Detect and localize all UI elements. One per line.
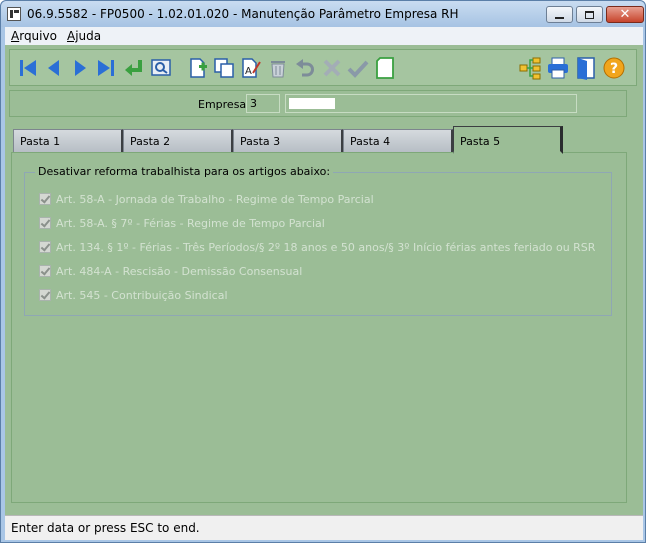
undo-icon bbox=[296, 59, 314, 77]
edit-record-icon: A bbox=[242, 58, 261, 78]
minimize-icon bbox=[555, 16, 564, 19]
first-record-icon bbox=[20, 60, 36, 76]
goto-icon bbox=[125, 60, 142, 76]
reforma-trabalhista-group: Desativar reforma trabalhista para os ar… bbox=[24, 165, 612, 316]
new-record-icon bbox=[190, 58, 207, 78]
hierarchy-button[interactable] bbox=[518, 56, 542, 80]
tab-pasta-3[interactable]: Pasta 3 bbox=[233, 129, 344, 153]
checkbox-art-134[interactable]: Art. 134. § 1º - Férias - Três Períodos/… bbox=[39, 239, 595, 255]
first-record-button[interactable] bbox=[16, 56, 40, 80]
delete-record-icon bbox=[271, 61, 285, 78]
next-record-button[interactable] bbox=[68, 56, 92, 80]
menu-bar: Arquivo Ajuda bbox=[5, 27, 643, 45]
cancel-icon bbox=[323, 59, 341, 77]
checkbox-label: Art. 545 - Contribuição Sindical bbox=[56, 288, 228, 302]
goto-button[interactable] bbox=[122, 56, 146, 80]
copy-record-icon bbox=[214, 58, 234, 78]
close-icon: ✕ bbox=[619, 7, 631, 22]
delete-record-button[interactable] bbox=[266, 56, 290, 80]
window-title: 06.9.5582 - FP0500 - 1.02.01.020 - Manut… bbox=[27, 7, 459, 21]
status-bar: Enter data or press ESC to end. bbox=[5, 515, 643, 540]
checkbox[interactable] bbox=[39, 193, 51, 205]
help-icon: ? bbox=[603, 57, 625, 79]
svg-text:?: ? bbox=[610, 61, 618, 77]
checkbox[interactable] bbox=[39, 289, 51, 301]
tab-page-pasta-5: Desativar reforma trabalhista para os ar… bbox=[11, 152, 627, 503]
tab-pasta-2[interactable]: Pasta 2 bbox=[123, 129, 234, 153]
maximize-icon bbox=[585, 10, 594, 19]
title-bar[interactable]: 06.9.5582 - FP0500 - 1.02.01.020 - Manut… bbox=[1, 1, 645, 27]
group-title: Desativar reforma trabalhista para os ar… bbox=[35, 165, 334, 178]
cancel-button[interactable] bbox=[320, 56, 344, 80]
checkbox[interactable] bbox=[39, 217, 51, 229]
checkbox-label: Art. 58-A. § 7º - Férias - Regime de Tem… bbox=[56, 216, 325, 230]
last-record-icon bbox=[98, 60, 114, 76]
checkbox-art-58a[interactable]: Art. 58-A - Jornada de Trabalho - Regime… bbox=[39, 191, 374, 207]
menu-ajuda-label: uda bbox=[78, 29, 102, 43]
undo-button[interactable] bbox=[293, 56, 317, 80]
checkbox[interactable] bbox=[39, 241, 51, 253]
previous-record-icon bbox=[48, 60, 59, 76]
next-record-icon bbox=[75, 60, 86, 76]
empresa-panel: Empresa: 3 bbox=[9, 90, 627, 117]
checkbox-label: Art. 58-A - Jornada de Trabalho - Regime… bbox=[56, 192, 374, 206]
exit-button[interactable] bbox=[574, 56, 598, 80]
checkbox-label: Art. 134. § 1º - Férias - Três Períodos/… bbox=[56, 240, 596, 254]
redacted-name bbox=[289, 98, 335, 109]
blank-document-button[interactable] bbox=[374, 56, 398, 80]
new-record-button[interactable] bbox=[186, 56, 210, 80]
empresa-name-field[interactable] bbox=[285, 94, 577, 113]
client-area: A ? Empresa: 3 Pasta 1 Pasta 2 Pasta 3 P… bbox=[5, 45, 643, 515]
empresa-label: Empresa: bbox=[198, 98, 250, 111]
menu-arquivo-mnemonic: A bbox=[11, 29, 20, 43]
help-button[interactable]: ? bbox=[602, 56, 626, 80]
print-icon bbox=[548, 57, 568, 79]
save-button[interactable] bbox=[346, 56, 370, 80]
checkbox[interactable] bbox=[39, 265, 51, 277]
status-text: Enter data or press ESC to end. bbox=[11, 521, 200, 535]
svg-text:A: A bbox=[245, 66, 252, 77]
hierarchy-icon bbox=[519, 57, 541, 80]
minimize-button[interactable] bbox=[546, 6, 573, 23]
copy-record-button[interactable] bbox=[212, 56, 236, 80]
checkbox-art-484a[interactable]: Art. 484-A - Rescisão - Demissão Consens… bbox=[39, 263, 302, 279]
checkbox-art-58a-par7[interactable]: Art. 58-A. § 7º - Férias - Regime de Tem… bbox=[39, 215, 325, 231]
menu-arquivo-label: rquivo bbox=[19, 29, 57, 43]
search-icon bbox=[151, 59, 171, 76]
toolbar: A ? bbox=[9, 49, 637, 86]
previous-record-button[interactable] bbox=[42, 56, 66, 80]
exit-icon bbox=[577, 57, 595, 80]
tab-pasta-4[interactable]: Pasta 4 bbox=[343, 129, 454, 153]
app-window: 06.9.5582 - FP0500 - 1.02.01.020 - Manut… bbox=[0, 0, 646, 543]
blank-document-icon bbox=[376, 57, 394, 79]
menu-arquivo[interactable]: Arquivo bbox=[11, 29, 57, 43]
print-button[interactable] bbox=[546, 56, 570, 80]
last-record-button[interactable] bbox=[94, 56, 118, 80]
search-button[interactable] bbox=[149, 56, 173, 80]
tab-pasta-5[interactable]: Pasta 5 bbox=[453, 126, 563, 154]
save-icon bbox=[347, 60, 369, 78]
close-button[interactable]: ✕ bbox=[606, 6, 644, 23]
menu-ajuda-mnemonic: Aj bbox=[67, 29, 79, 43]
checkbox-label: Art. 484-A - Rescisão - Demissão Consens… bbox=[56, 264, 303, 278]
maximize-button[interactable] bbox=[576, 6, 603, 23]
app-icon[interactable] bbox=[7, 7, 21, 21]
edit-record-button[interactable]: A bbox=[239, 56, 263, 80]
checkbox-art-545[interactable]: Art. 545 - Contribuição Sindical bbox=[39, 287, 228, 303]
menu-ajuda[interactable]: Ajuda bbox=[67, 29, 101, 43]
empresa-code-field[interactable]: 3 bbox=[246, 94, 280, 113]
tab-pasta-1[interactable]: Pasta 1 bbox=[13, 129, 124, 153]
